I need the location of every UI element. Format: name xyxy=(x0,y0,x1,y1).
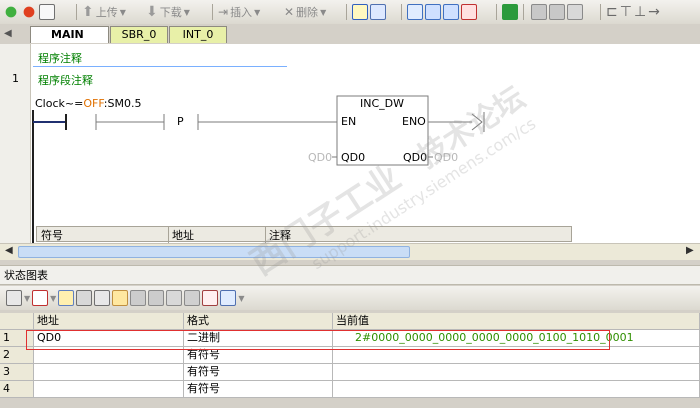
box-in-label: QD0 xyxy=(341,151,366,164)
pause-icon[interactable] xyxy=(76,290,93,306)
add-row-icon[interactable] xyxy=(6,290,22,306)
download-button[interactable]: ⬇ 下载 ▼ xyxy=(146,3,190,21)
upload-button[interactable]: ⬆ 上传 ▼ xyxy=(82,3,126,21)
chevron-down-icon: ▼ xyxy=(254,7,261,17)
tab-main[interactable]: MAIN × xyxy=(30,26,109,57)
scroll-left-icon[interactable]: ◀ xyxy=(5,245,13,256)
row-number-header xyxy=(0,313,34,330)
table-header-row: 地址 格式 当前值 xyxy=(0,313,700,330)
tab-bar: ◀ MAIN × SBR_0 INT_0 xyxy=(0,24,700,57)
tab-int0[interactable]: INT_0 xyxy=(169,26,227,43)
chevron-down-icon: ▼ xyxy=(320,7,327,17)
lock-open-icon[interactable] xyxy=(549,4,565,20)
scroll-right-icon[interactable]: ▶ xyxy=(686,245,694,256)
format-column-header[interactable]: 格式 xyxy=(184,313,333,330)
current-value-cell xyxy=(333,364,700,381)
address-cell[interactable] xyxy=(34,364,184,381)
delete-button[interactable]: ✕ 删除 ▼ xyxy=(284,3,326,21)
box-title: INC_DW xyxy=(360,97,404,110)
main-toolbar: ⬆ 上传 ▼ ⬇ 下载 ▼ ⇥ 插入 ▼ ✕ 删除 ▼ ⊏ ⊤ ⊥ → xyxy=(0,0,700,25)
read-force-icon[interactable] xyxy=(184,290,201,306)
row-number: 3 xyxy=(0,364,34,381)
status-chart-toolbar: ▼ ▼ ▼ xyxy=(0,286,700,310)
address-cell[interactable] xyxy=(34,381,184,398)
compile-icon[interactable] xyxy=(39,4,55,20)
in-operand: QD0 xyxy=(308,151,333,164)
monitor-icon[interactable] xyxy=(352,4,368,20)
row-number: 4 xyxy=(0,381,34,398)
add-lock-icon[interactable] xyxy=(567,4,583,20)
add-force-icon[interactable] xyxy=(166,290,183,306)
chevron-down-icon[interactable]: ▼ xyxy=(24,294,30,303)
unforce-icon[interactable] xyxy=(148,290,165,306)
chevron-down-icon[interactable]: ▼ xyxy=(238,294,244,303)
glasses-icon[interactable] xyxy=(94,290,111,306)
go-icon[interactable] xyxy=(502,4,518,20)
lock-icon[interactable] xyxy=(531,4,547,20)
delete-row-icon[interactable] xyxy=(32,290,49,306)
cross-box-icon[interactable] xyxy=(461,4,477,20)
stop-icon[interactable] xyxy=(21,4,37,20)
chevron-down-icon[interactable]: ▼ xyxy=(50,294,56,303)
box-en-label: EN xyxy=(341,115,357,128)
trend-chart-icon[interactable] xyxy=(202,290,219,306)
delete-icon: ✕ xyxy=(284,5,295,19)
p-contact-label: P xyxy=(177,115,184,128)
wire-down-icon[interactable]: ⊤ xyxy=(620,4,632,20)
symbol-header: 符号 xyxy=(41,229,63,242)
tab-sbr0[interactable]: SBR_0 xyxy=(110,26,168,43)
format-cell[interactable]: 有符号 xyxy=(184,364,333,381)
chevron-down-icon: ▼ xyxy=(119,7,126,17)
format-cell[interactable]: 有符号 xyxy=(184,381,333,398)
highlight-box xyxy=(26,330,610,350)
pencil-icon[interactable] xyxy=(112,290,129,306)
start-monitor-icon[interactable] xyxy=(58,290,75,306)
arrow-left-icon[interactable] xyxy=(425,4,441,20)
pause-monitor-icon[interactable] xyxy=(370,4,386,20)
table-row[interactable]: 4 有符号 xyxy=(0,381,700,398)
tab-scroll-left-icon[interactable]: ◀ xyxy=(4,28,12,39)
value-column-header[interactable]: 当前值 xyxy=(333,313,700,330)
insert-button[interactable]: ⇥ 插入 ▼ xyxy=(218,3,260,21)
address-column-header[interactable]: 地址 xyxy=(34,313,184,330)
branch-icon[interactable]: ⊏ xyxy=(606,4,618,20)
table-row[interactable]: 3 有符号 xyxy=(0,364,700,381)
run-icon[interactable] xyxy=(3,4,19,20)
wire-right-icon[interactable]: → xyxy=(648,4,660,20)
label-icon[interactable] xyxy=(220,290,237,306)
arrow-down-icon: ⬇ xyxy=(146,4,158,20)
network-insert-icon[interactable] xyxy=(407,4,423,20)
current-value-cell xyxy=(333,381,700,398)
insert-icon: ⇥ xyxy=(218,5,229,19)
status-chart-title: 状态图表 xyxy=(0,265,700,285)
address-header: 地址 xyxy=(168,227,194,243)
chevron-down-icon: ▼ xyxy=(183,7,190,17)
wire-up-icon[interactable]: ⊥ xyxy=(634,4,646,20)
arrow-up-icon: ⬆ xyxy=(82,4,94,20)
force-lock-icon[interactable] xyxy=(130,290,147,306)
arrow-right-icon[interactable] xyxy=(443,4,459,20)
